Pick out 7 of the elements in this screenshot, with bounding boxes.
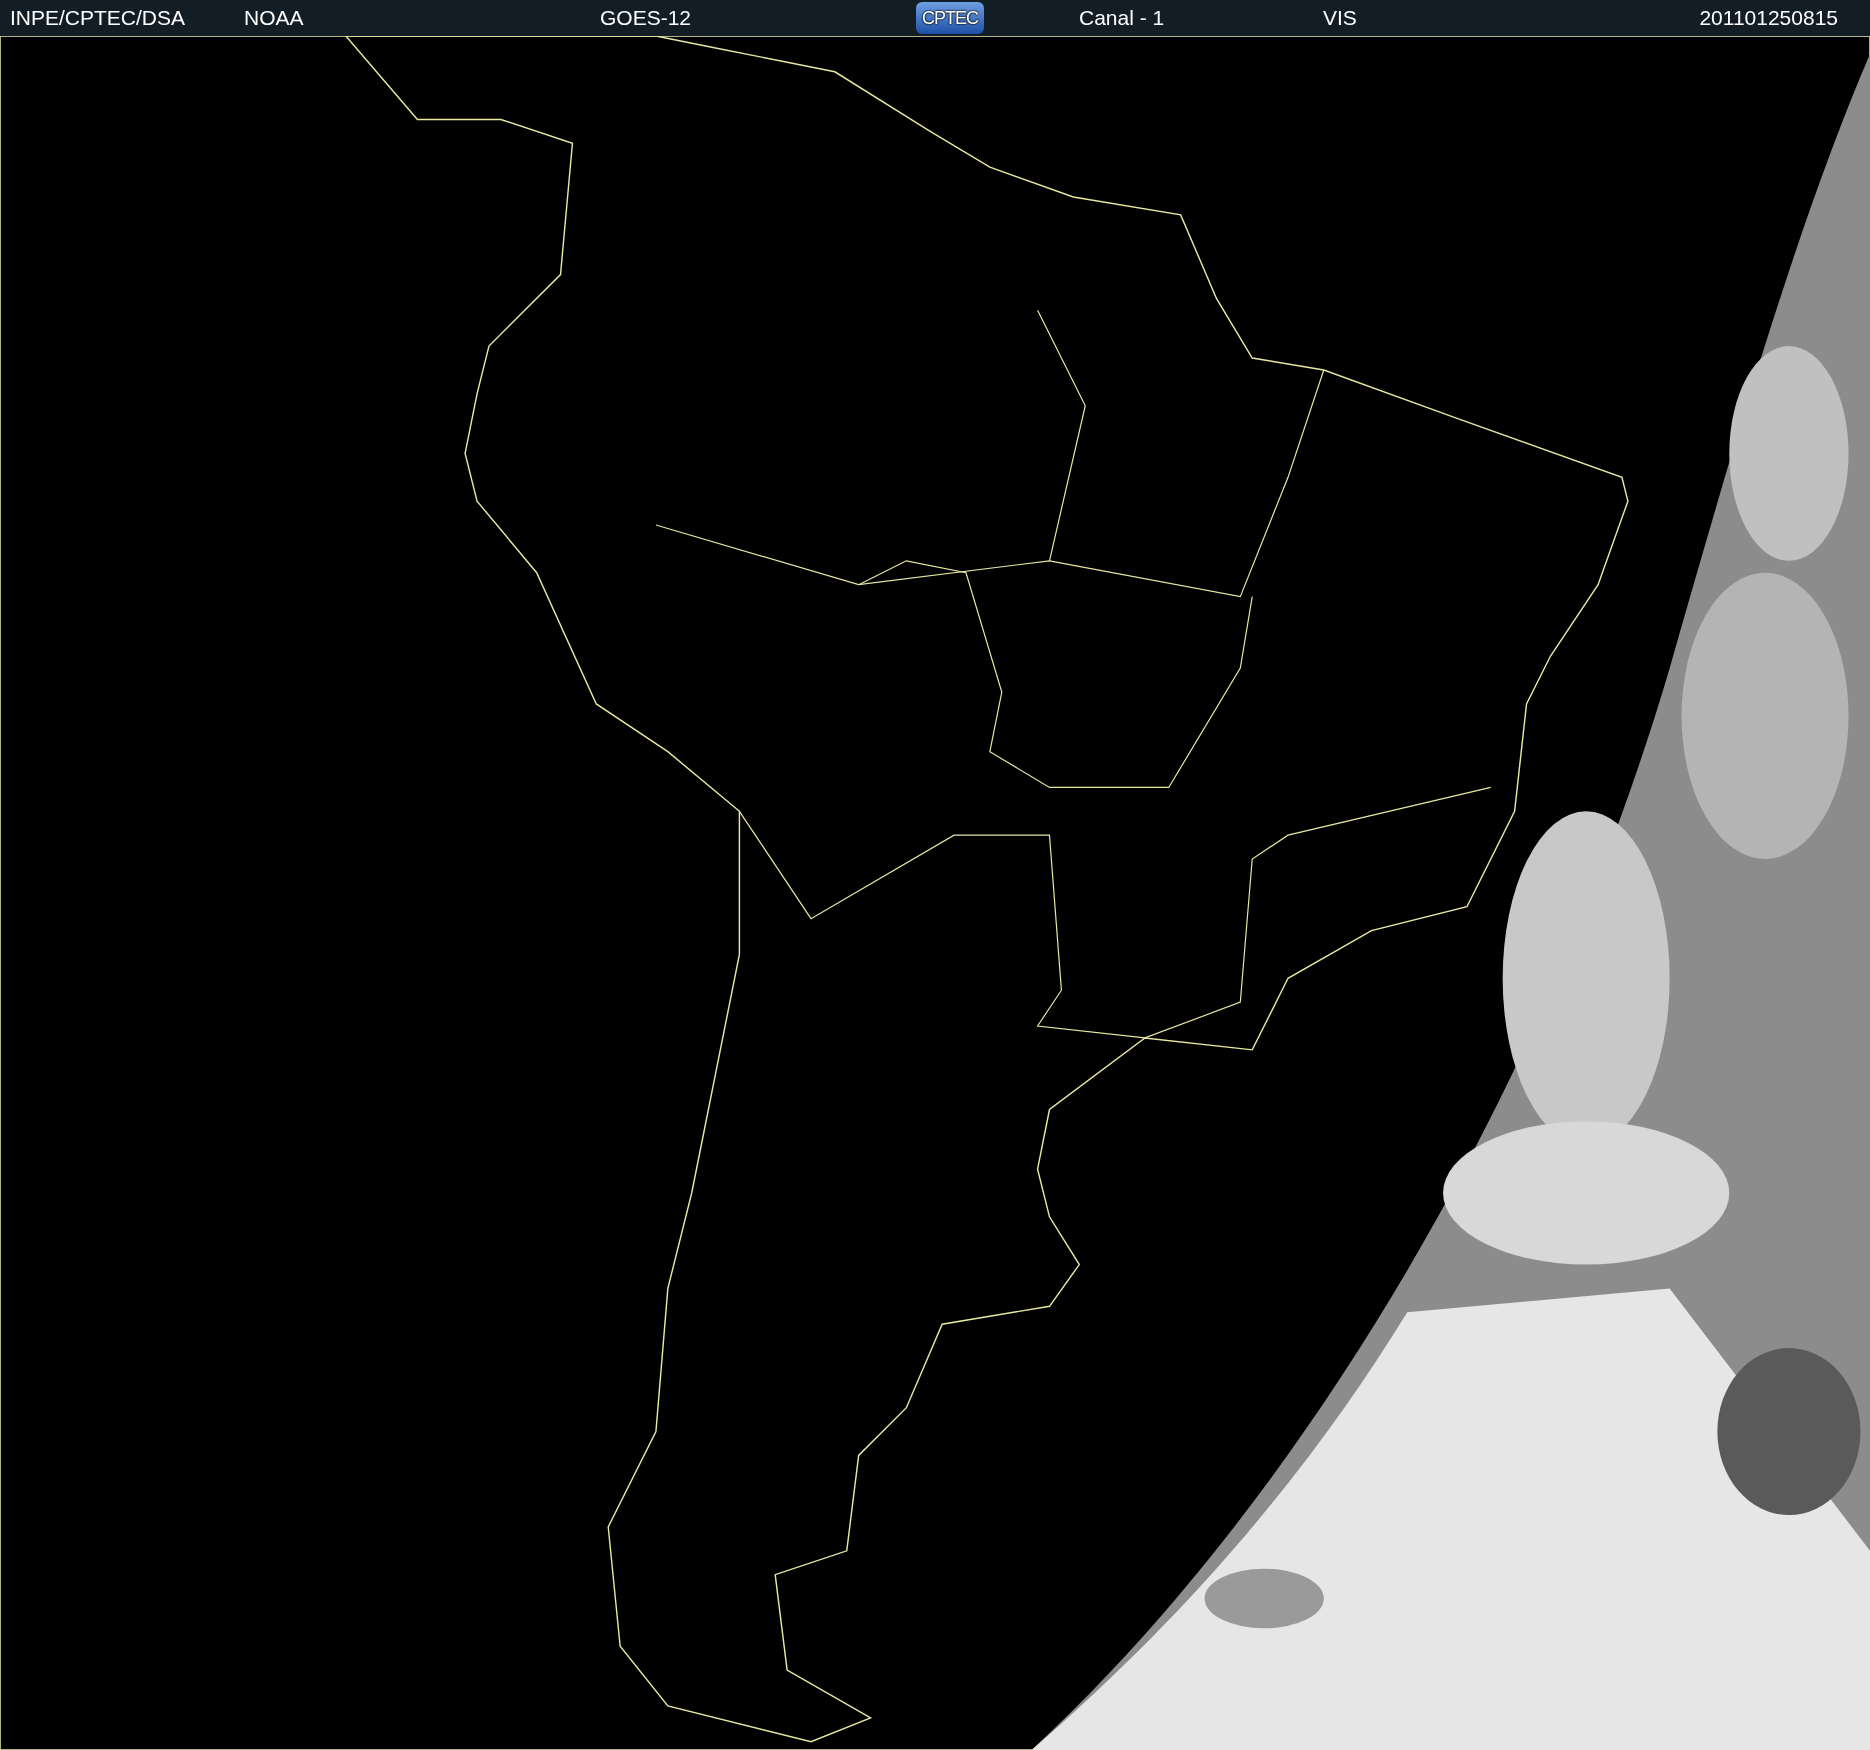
header-label: 201101250815: [1699, 6, 1838, 30]
header-label: Canal - 1: [1079, 6, 1165, 30]
logo: CPTEC: [916, 2, 984, 34]
header-label: GOES-12: [600, 6, 692, 30]
header-label: INPE/CPTEC/DSA: [10, 6, 186, 30]
header-label: VIS: [1323, 6, 1357, 30]
header-label: NOAA: [244, 6, 304, 30]
